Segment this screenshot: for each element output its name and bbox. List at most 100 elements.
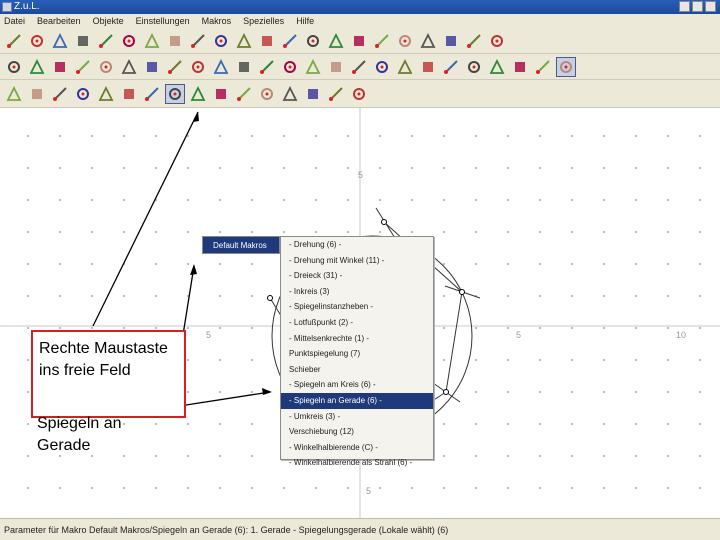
circle-icon[interactable] <box>119 57 139 77</box>
hammer-icon[interactable] <box>142 31 162 51</box>
redo-icon[interactable] <box>119 31 139 51</box>
circle3-icon[interactable] <box>165 57 185 77</box>
point-a[interactable] <box>381 219 387 225</box>
context-menu-item[interactable]: - Spiegeln an Gerade (6) - <box>281 392 433 409</box>
context-menu-item[interactable]: - Drehung mit Winkel (11) - <box>281 253 433 269</box>
palette-icon[interactable] <box>464 31 484 51</box>
status-text: Parameter für Makro Default Makros/Spieg… <box>4 525 449 535</box>
context-menu-item[interactable]: - Spiegeln am Kreis (6) - <box>281 377 433 393</box>
point-icon[interactable] <box>4 57 24 77</box>
hatch-icon[interactable] <box>211 31 231 51</box>
area-icon[interactable] <box>326 57 346 77</box>
intersect-icon[interactable] <box>211 57 231 77</box>
magic-icon[interactable] <box>533 57 553 77</box>
text-tool-icon[interactable] <box>510 57 530 77</box>
active-tool-icon[interactable] <box>165 83 185 104</box>
misc-icon[interactable] <box>326 84 346 104</box>
paint-icon[interactable] <box>165 31 185 51</box>
locus-icon[interactable] <box>349 57 369 77</box>
context-menu-item[interactable]: - Spiegelinstanzheben - <box>281 299 433 315</box>
close-button[interactable] <box>705 1 716 12</box>
context-menu-item[interactable]: - Winkelhalbierende als Strahl (6) - <box>281 455 433 471</box>
fixed-segment-icon[interactable] <box>188 57 208 77</box>
polygon-icon[interactable] <box>464 57 484 77</box>
image-icon[interactable] <box>418 57 438 77</box>
reflect-line-icon[interactable] <box>73 84 93 104</box>
rotate-icon[interactable] <box>96 84 116 104</box>
ruler-icon[interactable] <box>188 31 208 51</box>
context-menu-item[interactable]: Punktspiegelung (7) <box>281 346 433 362</box>
circle2-icon[interactable] <box>142 57 162 77</box>
new-file-icon[interactable] <box>4 31 24 51</box>
double-arrow-icon[interactable] <box>303 31 323 51</box>
segment-icon[interactable] <box>27 57 47 77</box>
vector-icon[interactable] <box>96 57 116 77</box>
info-icon[interactable] <box>487 31 507 51</box>
menu-objekte[interactable]: Objekte <box>93 14 124 28</box>
tools-icon[interactable] <box>234 31 254 51</box>
open-file-icon[interactable] <box>27 31 47 51</box>
midpoint-icon[interactable] <box>234 57 254 77</box>
spiral-icon[interactable] <box>257 84 277 104</box>
point-d[interactable] <box>267 295 273 301</box>
arc-icon[interactable] <box>303 84 323 104</box>
dot-icon[interactable] <box>349 31 369 51</box>
context-menu-item[interactable]: - Dreieck (31) - <box>281 268 433 284</box>
undo-icon[interactable] <box>73 31 93 51</box>
expression-icon[interactable] <box>372 57 392 77</box>
minimize-button[interactable] <box>679 1 690 12</box>
point-c[interactable] <box>443 389 449 395</box>
translate-icon[interactable] <box>119 84 139 104</box>
pin-icon[interactable] <box>4 84 24 104</box>
edit-icon[interactable] <box>96 31 116 51</box>
ring-icon[interactable] <box>188 84 208 104</box>
menu-datei[interactable]: Datei <box>4 14 25 28</box>
angle-icon[interactable] <box>303 57 323 77</box>
menu-hilfe[interactable]: Hilfe <box>296 14 314 28</box>
formula-icon[interactable] <box>441 57 461 77</box>
context-menu-item[interactable]: - Umkreis (3) - <box>281 409 433 425</box>
title-bar: Z.u.L. <box>0 0 720 14</box>
wand-icon[interactable] <box>441 31 461 51</box>
context-menu-item[interactable]: - Inkreis (3) <box>281 284 433 300</box>
point-b[interactable] <box>459 289 465 295</box>
conic-icon[interactable] <box>487 57 507 77</box>
reflect-point-icon[interactable] <box>50 84 70 104</box>
clipboard-icon[interactable] <box>257 31 277 51</box>
parallel-icon[interactable] <box>257 57 277 77</box>
axes-icon[interactable] <box>418 31 438 51</box>
x-tick-right: 5 <box>516 330 521 340</box>
context-menu-item[interactable]: Schieber <box>281 362 433 378</box>
app-window: Z.u.L. Datei Bearbeiten Objekte Einstell… <box>0 0 720 540</box>
line-tool-icon[interactable] <box>50 57 70 77</box>
perpendicular-icon[interactable] <box>280 57 300 77</box>
menu-spezielles[interactable]: Spezielles <box>243 14 284 28</box>
context-menu-item[interactable]: Verschiebung (12) <box>281 424 433 440</box>
save-icon[interactable] <box>50 31 70 51</box>
active-gear-icon[interactable] <box>556 56 576 77</box>
black-square-icon[interactable] <box>326 31 346 51</box>
submenu-default-macros[interactable]: Default Makros <box>202 236 280 254</box>
dots-icon[interactable] <box>211 84 231 104</box>
function-icon[interactable] <box>280 31 300 51</box>
menu-bearbeiten[interactable]: Bearbeiten <box>37 14 81 28</box>
curve-icon[interactable] <box>234 84 254 104</box>
misc2-icon[interactable] <box>349 84 369 104</box>
arrow-head-submenu <box>190 264 197 275</box>
app-icon <box>2 2 12 12</box>
circle-reflect-icon[interactable] <box>142 84 162 104</box>
menu-einstellungen[interactable]: Einstellungen <box>136 14 190 28</box>
ray-icon[interactable] <box>73 57 93 77</box>
context-menu-item[interactable]: - Winkelhalbierende (C) - <box>281 440 433 456</box>
line-icon[interactable] <box>372 31 392 51</box>
context-menu-item[interactable]: - Drehung (6) - <box>281 237 433 253</box>
maximize-button[interactable] <box>692 1 703 12</box>
context-menu-item[interactable]: - Mittelsenkrechte (1) - <box>281 331 433 347</box>
triangle-icon[interactable] <box>27 84 47 104</box>
menu-makros[interactable]: Makros <box>202 14 232 28</box>
arrow-head-toolbar <box>193 112 199 122</box>
tangent-icon[interactable] <box>280 84 300 104</box>
context-menu-item[interactable]: - Lotfußpunkt (2) - <box>281 315 433 331</box>
text-icon[interactable] <box>395 57 415 77</box>
zoom-icon[interactable] <box>395 31 415 51</box>
